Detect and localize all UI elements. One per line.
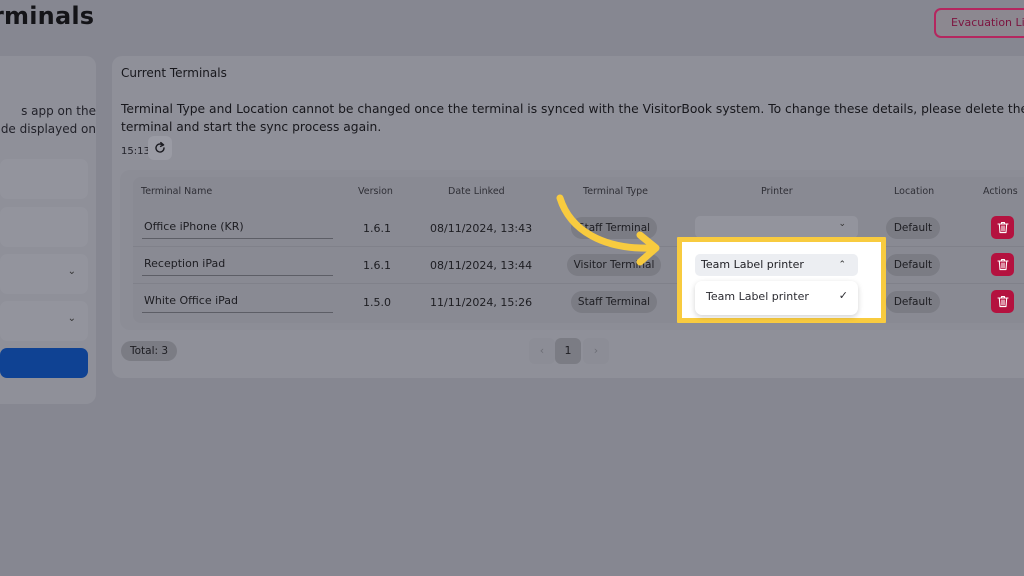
version-cell: 1.6.1 xyxy=(363,259,391,272)
evacuation-list-button[interactable]: Evacuation List xyxy=(934,8,1024,38)
trash-icon xyxy=(996,296,1009,308)
chevron-up-icon: ⌃ xyxy=(838,260,846,270)
version-cell: 1.5.0 xyxy=(363,296,391,309)
date-linked-cell: 11/11/2024, 15:26 xyxy=(430,296,533,309)
instructions-text: s app on the de displayed on xyxy=(0,102,96,138)
chevron-down-icon: ⌄ xyxy=(67,266,76,277)
date-linked-cell: 08/11/2024, 13:44 xyxy=(430,259,533,272)
next-page-button[interactable]: › xyxy=(583,338,609,364)
location-select[interactable]: ⌄ xyxy=(0,301,88,341)
last-sync-time: 15:13 xyxy=(121,146,150,157)
terminal-code-field[interactable] xyxy=(0,207,88,247)
instructions-line-1: s app on the xyxy=(21,104,96,118)
panel-title: Current Terminals xyxy=(121,66,227,80)
trash-icon xyxy=(996,259,1009,271)
instructions-line-2: de displayed on xyxy=(0,122,96,136)
chevron-down-icon: ⌄ xyxy=(838,219,846,229)
header-date-linked: Date Linked xyxy=(448,186,505,197)
refresh-icon xyxy=(155,141,165,153)
location-badge: Default xyxy=(886,291,940,313)
printer-select[interactable]: ⌄ xyxy=(695,216,858,238)
date-linked-cell: 08/11/2024, 13:43 xyxy=(430,222,533,235)
location-badge: Default xyxy=(886,254,940,276)
printer-selected-value: Team Label printer xyxy=(701,258,804,271)
header-printer: Printer xyxy=(761,186,793,197)
page-1-button[interactable]: 1 xyxy=(555,338,581,364)
delete-button[interactable] xyxy=(991,253,1014,276)
terminal-name-input[interactable]: Office iPhone (KR) xyxy=(142,217,333,239)
header-terminal-name: Terminal Name xyxy=(141,186,213,197)
header-actions: Actions xyxy=(983,186,1018,197)
terminal-type-badge: Staff Terminal xyxy=(571,291,657,313)
row-divider xyxy=(133,283,1024,284)
terminal-type-select[interactable]: ⌄ xyxy=(0,254,88,294)
pointer-arrow-icon xyxy=(556,194,660,266)
total-count-badge: Total: 3 xyxy=(121,341,178,361)
printer-option[interactable]: Team Label printer xyxy=(706,290,809,303)
terminal-name-input[interactable]: Reception iPad xyxy=(142,254,333,276)
add-terminal-button[interactable] xyxy=(0,348,88,378)
terminal-name-input[interactable]: White Office iPad xyxy=(142,291,333,313)
check-icon: ✓ xyxy=(838,289,848,302)
printer-select-open[interactable]: Team Label printer ⌃ xyxy=(695,254,858,276)
header-version: Version xyxy=(358,186,393,197)
refresh-button[interactable] xyxy=(148,136,172,160)
header-location: Location xyxy=(894,186,935,197)
delete-button[interactable] xyxy=(991,216,1014,239)
trash-icon xyxy=(996,222,1009,234)
chevron-down-icon: ⌄ xyxy=(67,313,76,324)
printer-dropdown-menu: Team Label printer ✓ xyxy=(695,281,858,315)
delete-button[interactable] xyxy=(991,290,1014,313)
prev-page-button[interactable]: ‹ xyxy=(529,338,555,364)
terminal-name-field[interactable] xyxy=(0,159,88,199)
version-cell: 1.6.1 xyxy=(363,222,391,235)
sync-notice: Terminal Type and Location cannot be cha… xyxy=(121,102,1024,134)
location-badge: Default xyxy=(886,217,940,239)
page-title: rminals xyxy=(0,2,95,30)
